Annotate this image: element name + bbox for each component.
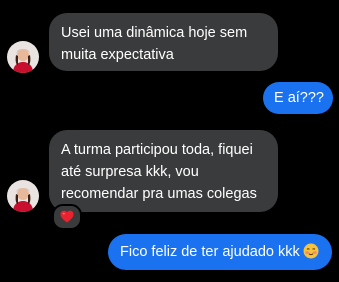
contact-avatar-image (7, 180, 39, 212)
chat-thread: Usei uma dinâmica hoje sem muita expecta… (0, 0, 339, 282)
contact-avatar-image (7, 41, 39, 73)
contact-avatar[interactable] (7, 41, 39, 73)
message-text-line: A turma participou toda, fiquei (61, 142, 253, 158)
message-text-line: muita expectativa (61, 47, 174, 63)
message-text-row: Fico feliz de ter ajudado kkk (120, 241, 320, 263)
message-text-line: Fico feliz de ter ajudado kkk (120, 244, 300, 260)
message-text-line: até surpresa kkk, vou (61, 164, 199, 180)
message-reaction[interactable] (52, 204, 82, 230)
incoming-message-bubble[interactable]: Usei uma dinâmica hoje sem muita expecta… (49, 13, 278, 71)
message-text-line: E aí??? (274, 90, 324, 106)
heart-emoji-icon (60, 210, 74, 223)
incoming-message-bubble[interactable]: A turma participou toda, fiquei até surp… (49, 130, 278, 212)
message-text-line: Usei uma dinâmica hoje sem (61, 25, 248, 41)
outgoing-message-bubble[interactable]: Fico feliz de ter ajudado kkk (108, 234, 332, 270)
blushing-face-emoji-icon (303, 243, 319, 259)
outgoing-message-bubble[interactable]: E aí??? (263, 82, 333, 114)
message-text-line: recomendar pra umas colegas (61, 186, 257, 202)
contact-avatar[interactable] (7, 180, 39, 212)
